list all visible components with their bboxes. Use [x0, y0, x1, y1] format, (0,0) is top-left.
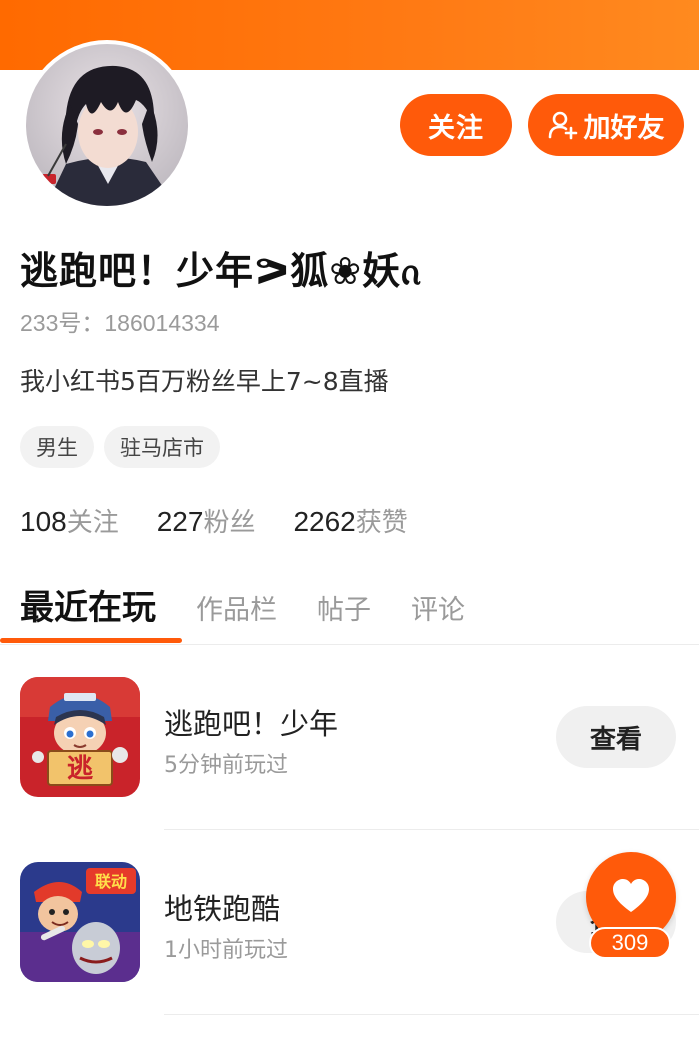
- like-count: 309: [589, 927, 671, 959]
- row-divider: [164, 1014, 699, 1015]
- stat-likes[interactable]: 2262获赞: [293, 502, 407, 539]
- stat-following-num: 108: [20, 506, 67, 537]
- stats-bar: 108关注 227粉丝 2262获赞: [20, 502, 408, 539]
- username: 逃跑吧！少年ᕗ狐❀妖ᦵ: [20, 249, 421, 293]
- subway-surfers-icon: 联动: [20, 862, 140, 982]
- add-friend-label: 加好友: [583, 112, 665, 144]
- tab-works[interactable]: 作品栏: [196, 588, 277, 627]
- stat-following-label: 关注: [66, 508, 119, 538]
- profile-tabs: 最近在玩 作品栏 帖子 评论: [20, 580, 465, 629]
- tab-comments[interactable]: 评论: [411, 588, 465, 627]
- avatar[interactable]: [22, 40, 192, 210]
- add-user-icon: [548, 111, 577, 140]
- avatar-image: [26, 44, 188, 206]
- game-name: 逃跑吧！少年: [164, 707, 339, 741]
- game-time: 1小时前玩过: [164, 938, 288, 963]
- tab-recently-played[interactable]: 最近在玩: [20, 580, 156, 629]
- stat-followers[interactable]: 227粉丝: [157, 502, 256, 539]
- follow-button[interactable]: 关注: [400, 94, 512, 156]
- profile-page: 关注 加好友 逃跑吧！少年ᕗ狐❀妖ᦵ 233号：186014334 我小红书5百…: [0, 0, 699, 1040]
- svg-text:联动: 联动: [95, 872, 127, 891]
- stat-following[interactable]: 108关注: [20, 502, 119, 539]
- stat-followers-num: 227: [156, 506, 204, 537]
- stat-followers-label: 粉丝: [203, 508, 256, 538]
- follow-label: 关注: [428, 112, 484, 144]
- add-friend-button[interactable]: 加好友: [528, 94, 684, 156]
- tag-location: 驻马店市: [104, 426, 220, 468]
- escape-game-icon: 逃: [20, 677, 140, 797]
- user-bio: 我小红书5百万粉丝早上7~8直播: [20, 367, 389, 396]
- tag-gender: 男生: [20, 426, 94, 468]
- profile-tags: 男生 驻马店市: [20, 426, 220, 468]
- heart-icon: [613, 879, 649, 912]
- list-item[interactable]: 逃 逃跑吧！少年 5分钟前玩过 查看: [0, 645, 699, 830]
- tab-posts[interactable]: 帖子: [317, 588, 371, 627]
- stat-likes-num: 2262: [293, 506, 356, 537]
- user-id: 233号：186014334: [20, 310, 220, 336]
- svg-text:逃: 逃: [67, 754, 93, 784]
- game-time: 5分钟前玩过: [164, 753, 288, 778]
- active-tab-indicator: [0, 638, 182, 643]
- game-name: 地铁跑酷: [164, 892, 281, 926]
- view-button[interactable]: 查看: [556, 706, 676, 768]
- stat-likes-label: 获赞: [355, 508, 408, 538]
